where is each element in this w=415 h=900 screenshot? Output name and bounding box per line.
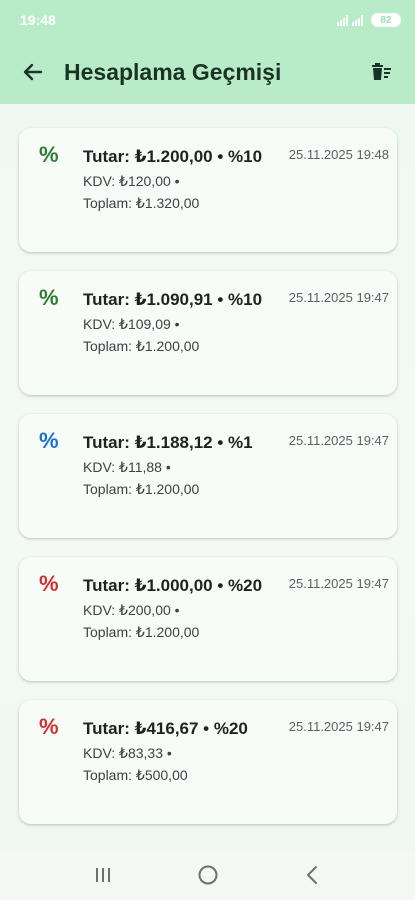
status-time: 19:48 [20, 12, 56, 28]
percent-icon: % [39, 285, 59, 310]
card-kdv: KDV: ₺11,88 • [83, 459, 171, 475]
cell-signal-icon [352, 14, 363, 26]
card-total: Toplam: ₺1.320,00 [83, 195, 200, 211]
arrow-left-icon [23, 63, 43, 81]
card-total: Toplam: ₺1.200,00 [83, 624, 200, 640]
card-kdv: KDV: ₺120,00 • [83, 173, 180, 189]
card-date: 25.11.2025 19:47 [288, 433, 389, 448]
history-card[interactable]: % Tutar: ₺1.090,91 • %10 KDV: ₺109,09 • … [19, 271, 397, 395]
system-nav-bar [0, 850, 415, 900]
nav-home-button[interactable] [188, 855, 228, 895]
nav-back-button[interactable] [293, 855, 333, 895]
app-bar: Hesaplama Geçmişi [0, 40, 415, 104]
nav-recents-button[interactable] [83, 855, 123, 895]
history-card[interactable]: % Tutar: ₺1.000,00 • %20 KDV: ₺200,00 • … [19, 557, 397, 681]
card-kdv: KDV: ₺83,33 • [83, 745, 172, 761]
page-title: Hesaplama Geçmişi [64, 58, 282, 85]
card-date: 25.11.2025 19:47 [288, 719, 389, 734]
card-body: Tutar: ₺1.000,00 • %20 KDV: ₺200,00 • To… [83, 573, 263, 643]
history-card[interactable]: % Tutar: ₺416,67 • %20 KDV: ₺83,33 • Top… [19, 700, 397, 824]
history-card[interactable]: % Tutar: ₺1.200,00 • %10 KDV: ₺120,00 • … [19, 128, 397, 252]
card-total: Toplam: ₺1.200,00 [83, 338, 200, 354]
battery-icon: 82 [371, 13, 401, 27]
card-body: Tutar: ₺1.200,00 • %10 KDV: ₺120,00 • To… [83, 144, 263, 214]
card-date: 25.11.2025 19:48 [288, 147, 389, 162]
chevron-left-icon [306, 866, 317, 884]
card-body: Tutar: ₺1.188,12 • %1 KDV: ₺11,88 • Topl… [83, 430, 263, 500]
card-amount: Tutar: ₺416,67 • %20 [83, 719, 248, 738]
screen: 19:48 82 Hesaplama Geçmişi % Tutar: ₺1.2… [0, 0, 415, 900]
card-date: 25.11.2025 19:47 [288, 576, 389, 591]
recents-icon [95, 868, 110, 882]
back-button[interactable] [18, 57, 48, 87]
status-bar: 19:48 82 [0, 0, 415, 40]
home-icon [198, 865, 217, 885]
clear-history-button[interactable] [367, 57, 397, 87]
percent-icon: % [39, 428, 59, 453]
status-icons: 82 [337, 13, 401, 27]
card-amount: Tutar: ₺1.188,12 • %1 [83, 433, 253, 452]
card-kdv: KDV: ₺200,00 • [83, 602, 180, 618]
card-kdv: KDV: ₺109,09 • [83, 316, 180, 332]
wifi-signal-icon [337, 14, 348, 26]
card-body: Tutar: ₺416,67 • %20 KDV: ₺83,33 • Topla… [83, 716, 263, 786]
history-list: % Tutar: ₺1.200,00 • %10 KDV: ₺120,00 • … [0, 104, 415, 850]
card-total: Toplam: ₺1.200,00 [83, 481, 200, 497]
card-amount: Tutar: ₺1.090,91 • %10 [83, 290, 263, 309]
card-body: Tutar: ₺1.090,91 • %10 KDV: ₺109,09 • To… [83, 287, 263, 357]
card-amount: Tutar: ₺1.000,00 • %20 [83, 576, 263, 595]
history-card[interactable]: % Tutar: ₺1.188,12 • %1 KDV: ₺11,88 • To… [19, 414, 397, 538]
percent-icon: % [39, 714, 59, 739]
percent-icon: % [39, 142, 59, 167]
delete-sweep-icon [372, 63, 391, 80]
percent-icon: % [39, 571, 59, 596]
card-date: 25.11.2025 19:47 [288, 290, 389, 305]
card-total: Toplam: ₺500,00 [83, 767, 188, 783]
card-amount: Tutar: ₺1.200,00 • %10 [83, 147, 263, 166]
